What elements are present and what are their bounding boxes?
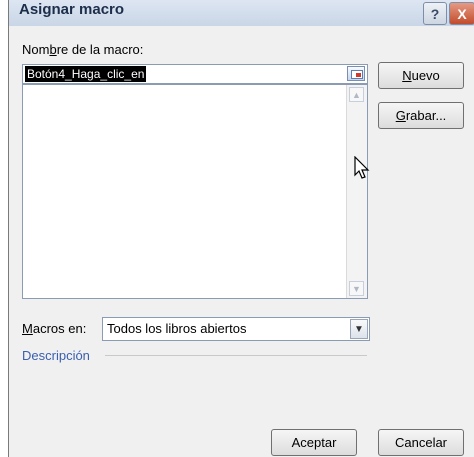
title-bar[interactable]: Asignar macro ? X xyxy=(9,0,474,26)
macros-in-value: Todos los libros abiertos xyxy=(107,321,247,336)
close-button[interactable]: X xyxy=(449,2,474,25)
description-label: Descripción xyxy=(22,348,90,363)
macros-in-mnemonic: M xyxy=(22,321,33,336)
cancelar-button[interactable]: Cancelar xyxy=(378,429,464,456)
help-icon: ? xyxy=(430,5,440,22)
dialog-title: Asignar macro xyxy=(19,1,125,18)
description-divider xyxy=(105,355,367,356)
close-icon: X xyxy=(457,5,467,22)
macro-name-label-part: Nom xyxy=(22,42,50,57)
scroll-down-glyph: ▼ xyxy=(352,283,361,294)
macro-name-value[interactable]: Botón4_Haga_clic_en xyxy=(25,66,147,82)
macro-list-scrollbar[interactable]: ▲ ▼ xyxy=(346,85,367,298)
chevron-down-icon[interactable]: ▼ xyxy=(350,319,368,339)
grabar-button[interactable]: Grabar... xyxy=(378,102,464,129)
collapse-dialog-icon[interactable] xyxy=(347,66,365,81)
macro-name-label: Nombre de la macro: xyxy=(22,42,143,57)
macro-name-input[interactable]: Botón4_Haga_clic_en xyxy=(22,64,368,84)
scroll-up-glyph: ▲ xyxy=(352,89,361,100)
scroll-down-arrow-icon[interactable]: ▼ xyxy=(349,281,364,296)
combo-arrow-glyph: ▼ xyxy=(354,323,364,335)
nuevo-button[interactable]: Nuevo xyxy=(378,62,464,89)
macros-in-select[interactable]: Todos los libros abiertos ▼ xyxy=(102,317,370,341)
assign-macro-dialog: Asignar macro ? X Nombre de la macro: Bo… xyxy=(8,0,474,457)
grabar-mnemonic: G xyxy=(395,108,406,123)
macro-list[interactable]: ▲ ▼ xyxy=(22,84,368,299)
nuevo-label: uevo xyxy=(411,68,440,83)
macros-in-label: Macros en: xyxy=(22,321,86,336)
aceptar-button[interactable]: Aceptar xyxy=(271,429,357,456)
macro-name-label-mnemonic: b xyxy=(49,42,57,57)
scroll-up-arrow-icon[interactable]: ▲ xyxy=(349,87,364,102)
mouse-cursor-icon xyxy=(354,156,370,179)
help-button[interactable]: ? xyxy=(423,2,447,25)
macro-name-label-part: re de la macro: xyxy=(56,42,144,57)
nuevo-mnemonic: N xyxy=(402,68,412,83)
macros-in-label-part: acros en: xyxy=(32,321,87,336)
grabar-label: rabar... xyxy=(405,108,447,123)
